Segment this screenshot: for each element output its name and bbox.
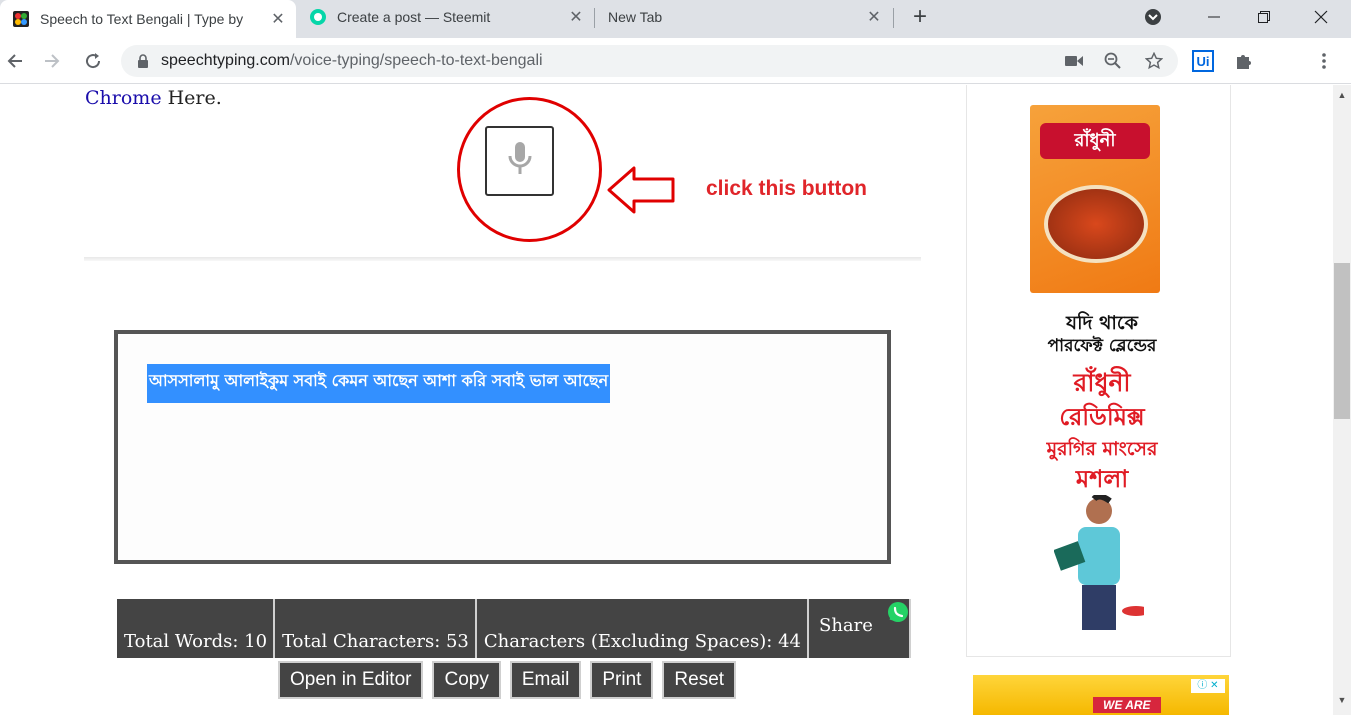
- tab-speech-to-text[interactable]: Speech to Text Bengali | Type by ✕: [0, 0, 296, 38]
- microphone-icon: [506, 140, 534, 183]
- ad-line-2: পারফেক্ট ব্লেন্ডের: [1047, 336, 1157, 356]
- annotation-label: click this button: [706, 177, 868, 200]
- extension-label: Ui: [1197, 54, 1210, 69]
- url-domain: speechtyping.com: [161, 52, 290, 69]
- tab-strip: Speech to Text Bengali | Type by ✕ Creat…: [0, 0, 1351, 38]
- tab-separator: [594, 8, 595, 28]
- intro-text: Chrome Here.: [85, 87, 222, 109]
- chrome-link[interactable]: Chrome: [85, 87, 162, 109]
- zoom-icon[interactable]: [1097, 45, 1129, 77]
- whatsapp-icon[interactable]: [887, 601, 909, 623]
- chicken-dish-image: [1044, 185, 1148, 263]
- tab-title: New Tab: [608, 9, 663, 25]
- minimize-icon[interactable]: [1191, 0, 1237, 34]
- section-divider: [84, 257, 921, 261]
- menu-kebab-icon[interactable]: [1310, 47, 1338, 75]
- tab-title: Speech to Text Bengali | Type by: [40, 11, 244, 27]
- steemit-favicon-icon: [309, 8, 327, 26]
- total-characters: Total Characters: 53: [275, 599, 477, 658]
- browser-toolbar: speechtyping.com/voice-typing/speech-to-…: [0, 38, 1351, 84]
- tab-title: Create a post — Steemit: [337, 9, 491, 25]
- reload-icon[interactable]: [78, 46, 108, 76]
- speechtyping-favicon-icon: [12, 10, 30, 28]
- lock-icon: [137, 54, 149, 68]
- scroll-thumb[interactable]: [1334, 263, 1350, 419]
- copy-button[interactable]: Copy: [432, 661, 501, 699]
- close-tab-icon[interactable]: ✕: [864, 7, 884, 27]
- camera-icon[interactable]: [1058, 45, 1090, 77]
- total-words: Total Words: 10: [117, 599, 276, 658]
- close-tab-icon[interactable]: ✕: [268, 9, 288, 29]
- email-button[interactable]: Email: [509, 661, 582, 699]
- back-icon[interactable]: [0, 46, 30, 76]
- adchoices-icon[interactable]: ⓘ ✕: [1191, 679, 1225, 693]
- intro-rest: Here.: [161, 87, 222, 109]
- page-content: Chrome Here. click this button আসসালামু …: [0, 85, 1333, 715]
- ad-brand-logo: রাঁধুনী: [1040, 123, 1150, 159]
- tab-search-icon[interactable]: [1130, 0, 1176, 34]
- scroll-down-icon[interactable]: ▼: [1333, 692, 1351, 708]
- close-tab-icon[interactable]: ✕: [566, 7, 586, 27]
- ad-banner-text: WE ARE: [1093, 697, 1161, 713]
- address-bar[interactable]: speechtyping.com/voice-typing/speech-to-…: [121, 45, 1178, 77]
- share-label: Share: [818, 615, 873, 636]
- tab-separator: [893, 8, 894, 28]
- transcript-textarea[interactable]: আসসালামু আলাইকুম সবাই কেমন আছেন আশা করি …: [114, 330, 891, 564]
- close-window-icon[interactable]: [1298, 0, 1344, 34]
- url-path: /voice-typing/speech-to-text-bengali: [289, 52, 543, 69]
- reset-button[interactable]: Reset: [662, 661, 737, 699]
- radhuni-advertisement[interactable]: রাঁধুনী যদি থাকে পারফেক্ট ব্লেন্ডের রাঁধ…: [1012, 85, 1192, 633]
- stats-bar: Total Words: 10 Total Characters: 53 Cha…: [117, 599, 911, 658]
- extensions-puzzle-icon[interactable]: [1230, 47, 1258, 75]
- new-tab-button[interactable]: +: [906, 4, 934, 32]
- tab-steemit[interactable]: Create a post — Steemit ✕: [297, 0, 594, 34]
- bookmark-star-icon[interactable]: [1138, 45, 1170, 77]
- open-in-editor-button[interactable]: Open in Editor: [278, 661, 424, 699]
- tab-new-tab[interactable]: New Tab ✕: [596, 0, 892, 34]
- microphone-button[interactable]: [485, 126, 554, 196]
- characters-excluding-spaces: Characters (Excluding Spaces): 44: [476, 599, 809, 658]
- selected-transcript-text: আসসালামু আলাইকুম সবাই কেমন আছেন আশা করি …: [147, 364, 611, 403]
- scroll-up-icon[interactable]: ▲: [1333, 87, 1351, 103]
- ad-line-4: রেডিমিক্স: [1059, 403, 1145, 431]
- share-button[interactable]: Share: [808, 599, 911, 658]
- spice-pack-image: রাঁধুনী: [1030, 105, 1160, 293]
- page-scrollbar[interactable]: ▲ ▼: [1333, 85, 1351, 715]
- secondary-advertisement[interactable]: WE ARE ⓘ ✕: [973, 675, 1229, 715]
- uipath-extension-icon[interactable]: Ui: [1189, 47, 1217, 75]
- man-cooking-image: [1054, 495, 1144, 630]
- restore-icon[interactable]: [1241, 0, 1287, 34]
- url-text: speechtyping.com/voice-typing/speech-to-…: [161, 52, 543, 70]
- annotation-arrow-icon: [607, 166, 675, 214]
- forward-icon[interactable]: [37, 46, 67, 76]
- print-button[interactable]: Print: [590, 661, 654, 699]
- action-buttons: Open in Editor Copy Email Print Reset: [278, 661, 737, 699]
